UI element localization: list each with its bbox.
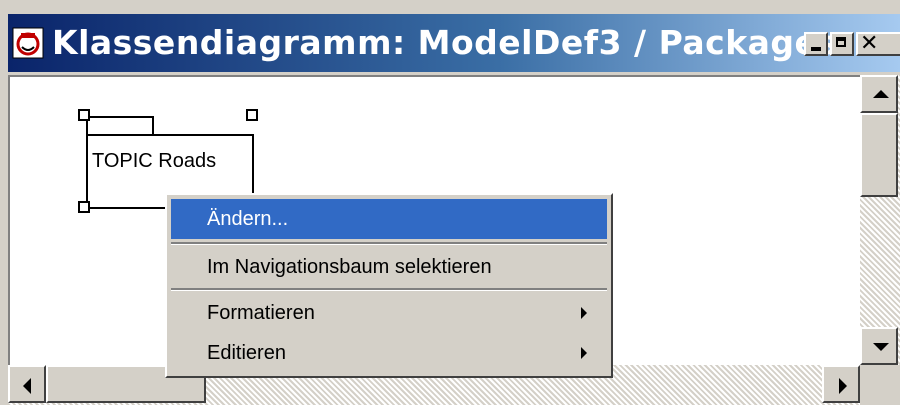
scroll-right-button[interactable]: [822, 365, 860, 403]
scrollbar-corner: [860, 365, 900, 405]
arrow-up-icon: [873, 90, 889, 98]
package-tab: [86, 116, 154, 136]
menu-item-label: Im Navigationsbaum selektieren: [207, 256, 492, 278]
menu-item-label: Editieren: [207, 342, 286, 364]
menu-item-label: Formatieren: [207, 302, 315, 324]
app-icon: [12, 27, 44, 59]
selection-handle-top-left[interactable]: [78, 109, 90, 121]
maximize-button[interactable]: [830, 32, 854, 56]
arrow-down-icon: [873, 343, 889, 351]
arrow-left-icon: [23, 378, 31, 394]
menu-separator: [171, 288, 607, 291]
menu-item-im-navigationsbaum-selektieren[interactable]: Im Navigationsbaum selektieren: [171, 247, 607, 287]
menu-item-label: Ändern...: [207, 208, 289, 230]
arrow-right-icon: [839, 378, 847, 394]
minimize-icon: [811, 47, 821, 51]
maximize-icon: [836, 37, 846, 47]
package-name: TOPIC Roads: [92, 150, 217, 172]
submenu-arrow-icon: [581, 347, 587, 359]
submenu-arrow-icon: [581, 307, 587, 319]
title-bar[interactable]: Klassendiagramm: ModelDef3 / Packages ✕: [8, 14, 900, 72]
scroll-left-button[interactable]: [8, 365, 46, 403]
close-icon: ✕: [860, 31, 879, 56]
vertical-scrollbar[interactable]: [860, 75, 900, 365]
scroll-up-button[interactable]: [860, 75, 898, 113]
selection-handle-bottom-left[interactable]: [78, 201, 90, 213]
scroll-down-button[interactable]: [860, 327, 898, 365]
selection-handle-top-right[interactable]: [246, 109, 258, 121]
window-title: Klassendiagramm: ModelDef3 / Packages: [52, 23, 838, 62]
vertical-scroll-thumb[interactable]: [860, 113, 898, 197]
minimize-button[interactable]: [804, 32, 828, 56]
menu-item-editieren[interactable]: Editieren: [171, 333, 607, 373]
diagram-window: Klassendiagramm: ModelDef3 / Packages ✕: [0, 0, 900, 405]
close-button[interactable]: ✕: [856, 31, 900, 56]
context-menu: Ändern... Im Navigationsbaum selektieren…: [165, 193, 613, 378]
menu-item-aendern[interactable]: Ändern...: [171, 199, 607, 239]
menu-separator: [171, 242, 607, 245]
menu-item-formatieren[interactable]: Formatieren: [171, 293, 607, 333]
